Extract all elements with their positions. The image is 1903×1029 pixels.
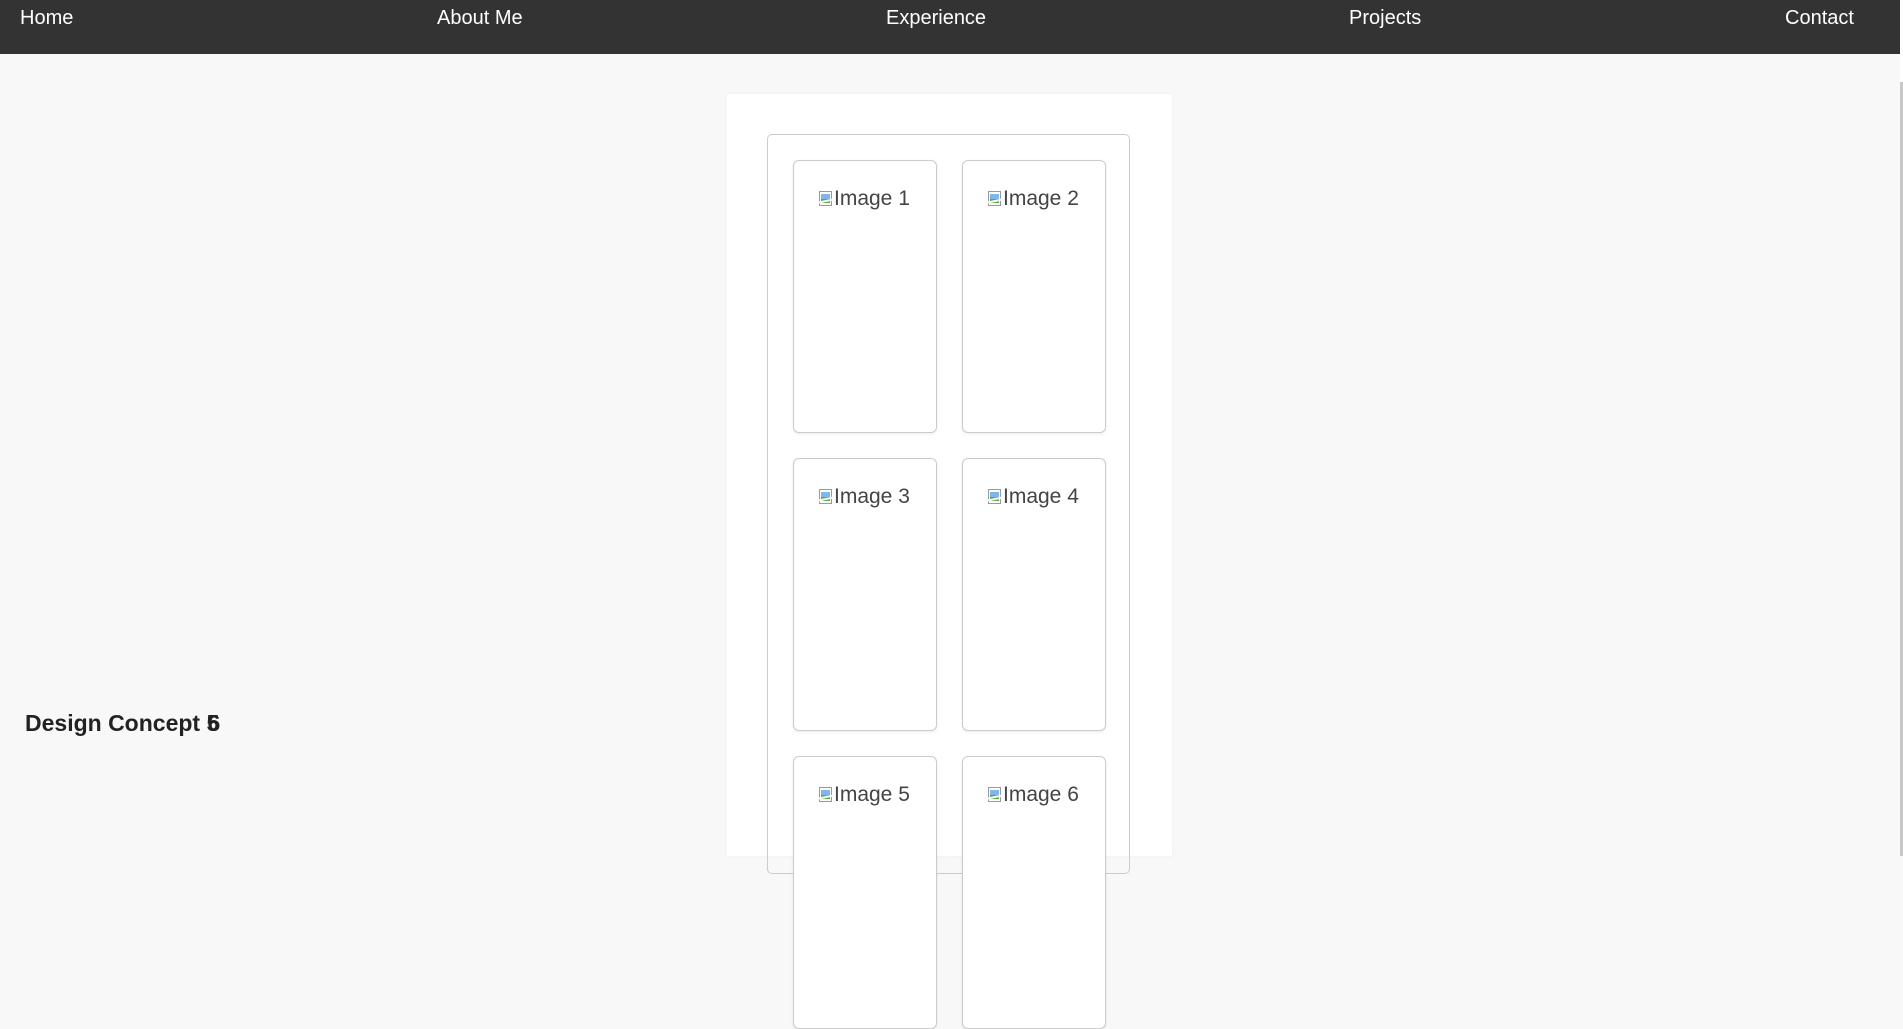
gallery-card-3[interactable]: Image 3 bbox=[793, 458, 937, 731]
image-alt-text: Image 3 bbox=[834, 485, 910, 508]
top-navbar: Home About Me Experience Projects Contac… bbox=[0, 0, 1900, 54]
image-2[interactable]: Image 2 bbox=[986, 186, 1079, 212]
gallery-card-6[interactable]: Image 6 bbox=[962, 756, 1106, 1029]
image-4[interactable]: Image 4 bbox=[986, 484, 1079, 510]
gallery-card-5[interactable]: Image 5 bbox=[793, 756, 937, 1029]
broken-image-icon bbox=[817, 787, 835, 803]
broken-image-icon bbox=[986, 489, 1004, 505]
gallery-panel: Image 1 Image 2 Image 3 Image 4 Image 5 … bbox=[727, 94, 1172, 1029]
nav-about-link[interactable]: About Me bbox=[437, 6, 523, 30]
image-5[interactable]: Image 5 bbox=[817, 782, 910, 808]
design-concept-heading: Design Concept 5 6 bbox=[25, 709, 221, 737]
image-alt-text: Image 5 bbox=[834, 783, 910, 806]
broken-image-icon bbox=[986, 787, 1004, 803]
design-concept-label: Design Concept bbox=[25, 710, 201, 736]
nav-contact-link[interactable]: Contact bbox=[1785, 6, 1854, 30]
broken-image-icon bbox=[817, 191, 835, 207]
image-alt-text: Image 4 bbox=[1003, 485, 1079, 508]
gallery-card-1[interactable]: Image 1 bbox=[793, 160, 937, 433]
image-alt-text: Image 6 bbox=[1003, 783, 1079, 806]
gallery-card-4[interactable]: Image 4 bbox=[962, 458, 1106, 731]
image-alt-text: Image 2 bbox=[1003, 187, 1079, 210]
image-3[interactable]: Image 3 bbox=[817, 484, 910, 510]
image-1[interactable]: Image 1 bbox=[817, 186, 910, 212]
nav-experience-link[interactable]: Experience bbox=[886, 6, 986, 30]
overlap-digit-b: 6 bbox=[207, 710, 221, 736]
image-alt-text: Image 1 bbox=[834, 187, 910, 210]
image-gallery: Image 1 Image 2 Image 3 Image 4 Image 5 … bbox=[767, 134, 1130, 1029]
nav-projects-link[interactable]: Projects bbox=[1349, 6, 1421, 30]
gallery-card-2[interactable]: Image 2 bbox=[962, 160, 1106, 433]
nav-home-link[interactable]: Home bbox=[20, 6, 73, 30]
broken-image-icon bbox=[817, 489, 835, 505]
broken-image-icon bbox=[986, 191, 1004, 207]
image-6[interactable]: Image 6 bbox=[986, 782, 1079, 808]
